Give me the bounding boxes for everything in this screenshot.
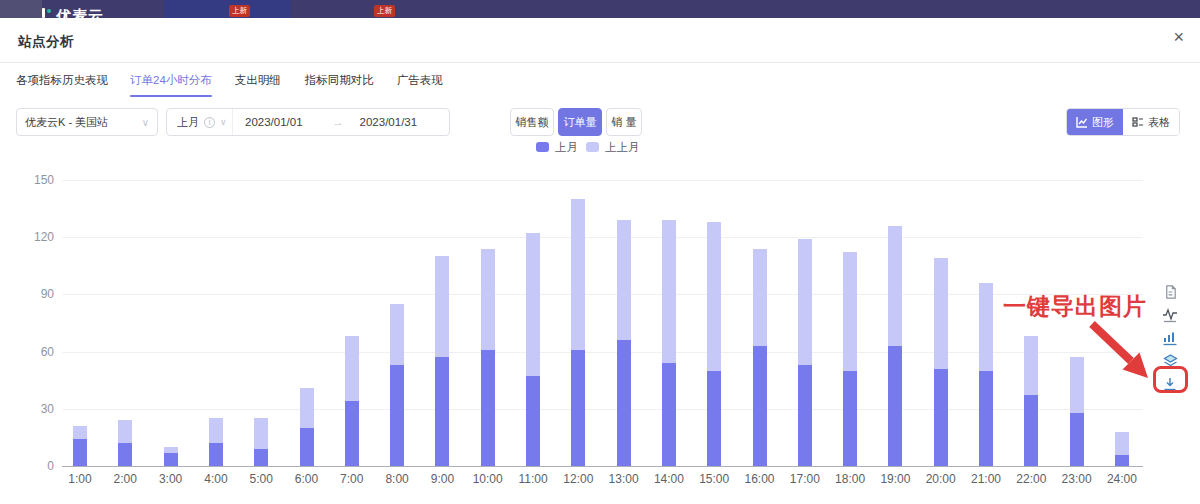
bar-previous-17:00[interactable] <box>798 239 812 365</box>
bar-previous-8:00[interactable] <box>390 304 404 365</box>
stacked-bar-chart: 0 30 60 90 120 150 1:002:003:004:005:006:007:0… <box>0 18 1200 504</box>
bar-current-17:00[interactable] <box>798 365 812 466</box>
bar-previous-16:00[interactable] <box>753 249 767 346</box>
bar-previous-7:00[interactable] <box>345 336 359 401</box>
bar-chart-icon[interactable] <box>1160 329 1180 346</box>
x-axis-label: 15:00 <box>692 472 736 486</box>
y-axis-label: 60 <box>24 345 54 359</box>
x-axis-label: 23:00 <box>1055 472 1099 486</box>
gridline-0 <box>62 466 1143 467</box>
bar-current-22:00[interactable] <box>1024 395 1038 466</box>
bar-previous-12:00[interactable] <box>571 199 585 350</box>
x-axis-label: 17:00 <box>783 472 827 486</box>
gridline-150 <box>62 180 1143 181</box>
gridline-120 <box>62 237 1143 238</box>
active-nav-item[interactable] <box>164 0 291 18</box>
x-axis-label: 4:00 <box>194 472 238 486</box>
bar-previous-24:00[interactable] <box>1115 432 1129 455</box>
top-nav-bar: 优麦云 上新 上新 <box>0 0 1200 18</box>
y-axis-label: 30 <box>24 402 54 416</box>
bar-previous-3:00[interactable] <box>164 447 178 453</box>
y-axis-label: 120 <box>24 230 54 244</box>
x-axis-label: 3:00 <box>149 472 193 486</box>
bar-current-20:00[interactable] <box>934 369 948 466</box>
x-axis-label: 8:00 <box>375 472 419 486</box>
bar-previous-18:00[interactable] <box>843 252 857 370</box>
bar-current-1:00[interactable] <box>73 439 87 466</box>
line-chart-icon[interactable] <box>1160 306 1180 323</box>
x-axis-label: 6:00 <box>285 472 329 486</box>
new-badge-2: 上新 <box>374 5 395 17</box>
x-axis-label: 21:00 <box>964 472 1008 486</box>
bar-current-9:00[interactable] <box>435 357 449 466</box>
bar-current-8:00[interactable] <box>390 365 404 466</box>
new-badge-1: 上新 <box>229 5 250 17</box>
bar-current-15:00[interactable] <box>707 371 721 466</box>
x-axis-label: 20:00 <box>919 472 963 486</box>
bar-previous-9:00[interactable] <box>435 256 449 357</box>
bar-previous-21:00[interactable] <box>979 283 993 371</box>
x-axis-label: 19:00 <box>873 472 917 486</box>
x-axis-label: 12:00 <box>556 472 600 486</box>
x-axis-label: 9:00 <box>420 472 464 486</box>
bar-previous-6:00[interactable] <box>300 388 314 428</box>
x-axis-label: 24:00 <box>1100 472 1144 486</box>
x-axis-label: 16:00 <box>738 472 782 486</box>
bar-current-23:00[interactable] <box>1070 413 1084 466</box>
x-axis-label: 13:00 <box>602 472 646 486</box>
bar-previous-5:00[interactable] <box>254 418 268 449</box>
bar-previous-10:00[interactable] <box>481 249 495 350</box>
bar-current-18:00[interactable] <box>843 371 857 466</box>
bar-current-3:00[interactable] <box>164 453 178 466</box>
x-axis-label: 7:00 <box>330 472 374 486</box>
y-axis-label: 150 <box>24 173 54 187</box>
bar-previous-15:00[interactable] <box>707 222 721 371</box>
annotation-arrow <box>1082 316 1154 400</box>
bar-current-19:00[interactable] <box>888 346 902 466</box>
bar-current-14:00[interactable] <box>662 363 676 466</box>
bar-previous-22:00[interactable] <box>1024 336 1038 395</box>
bar-current-16:00[interactable] <box>753 346 767 466</box>
bar-current-12:00[interactable] <box>571 350 585 466</box>
bar-current-24:00[interactable] <box>1115 455 1129 466</box>
bar-previous-11:00[interactable] <box>526 233 540 376</box>
bar-previous-20:00[interactable] <box>934 258 948 369</box>
bar-previous-13:00[interactable] <box>617 220 631 340</box>
x-axis-label: 22:00 <box>1009 472 1053 486</box>
bar-previous-19:00[interactable] <box>888 226 902 346</box>
y-axis-label: 90 <box>24 287 54 301</box>
x-axis-label: 5:00 <box>239 472 283 486</box>
bar-previous-14:00[interactable] <box>662 220 676 363</box>
bar-previous-4:00[interactable] <box>209 418 223 443</box>
x-axis-label: 11:00 <box>511 472 555 486</box>
bar-current-7:00[interactable] <box>345 401 359 466</box>
x-axis-label: 18:00 <box>828 472 872 486</box>
bar-current-13:00[interactable] <box>617 340 631 466</box>
bar-current-5:00[interactable] <box>254 449 268 466</box>
logo-icon <box>40 8 52 18</box>
logo-text: 优麦云 <box>56 7 104 18</box>
bar-current-4:00[interactable] <box>209 443 223 466</box>
sidebar-stub <box>0 0 42 18</box>
bar-current-6:00[interactable] <box>300 428 314 466</box>
bar-current-21:00[interactable] <box>979 371 993 466</box>
x-axis-label: 2:00 <box>103 472 147 486</box>
bar-previous-1:00[interactable] <box>73 426 87 439</box>
bar-current-2:00[interactable] <box>118 443 132 466</box>
y-axis-label: 0 <box>24 459 54 473</box>
bar-current-10:00[interactable] <box>481 350 495 466</box>
document-icon[interactable] <box>1160 283 1180 300</box>
x-axis-label: 14:00 <box>647 472 691 486</box>
bar-current-11:00[interactable] <box>526 376 540 466</box>
x-axis-label: 10:00 <box>466 472 510 486</box>
x-axis-label: 1:00 <box>58 472 102 486</box>
bar-previous-2:00[interactable] <box>118 420 132 443</box>
site-analysis-modal: 站点分析 × 各项指标历史表现订单24小时分布支出明细指标同期对比广告表现 优麦… <box>0 18 1200 504</box>
annotation-highlight-box <box>1153 366 1188 393</box>
